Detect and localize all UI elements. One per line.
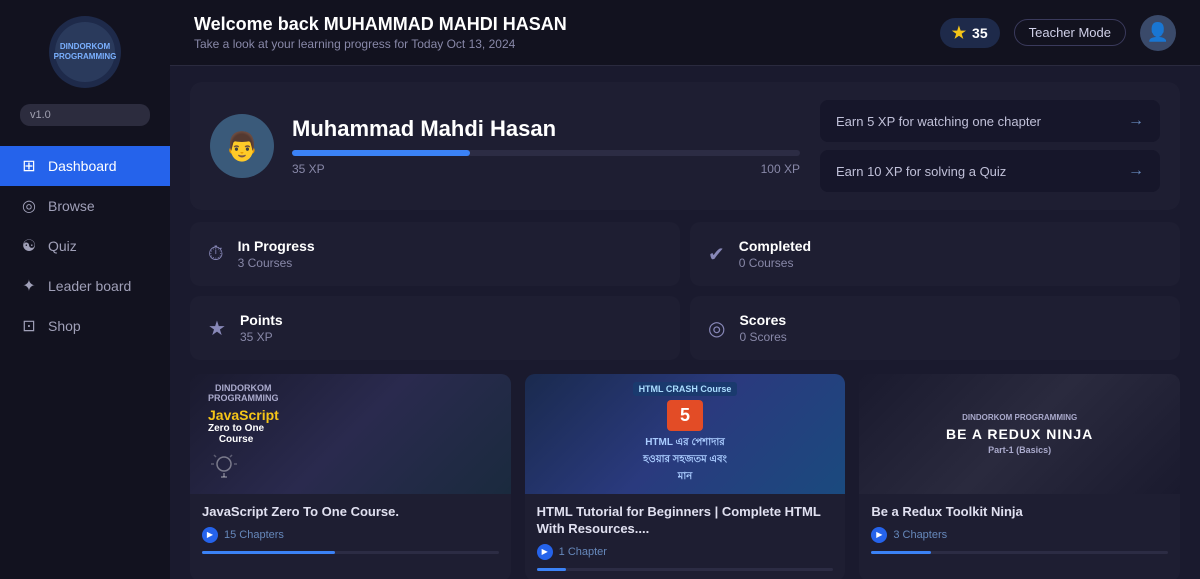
sidebar-item-browse[interactable]: ◎ Browse	[0, 186, 170, 226]
action-row-watch[interactable]: Earn 5 XP for watching one chapter →	[820, 100, 1160, 142]
redux-title: BE A REDUX NINJA	[946, 426, 1093, 443]
js-label: JavaScript	[208, 407, 279, 423]
course-thumb-html: HTML CRASH Course 5 HTML এর পেশাদারহওয়া…	[525, 374, 846, 494]
xp-badge: ★ 35	[940, 18, 1000, 48]
progress-mini-html	[537, 568, 834, 571]
leaderboard-icon: ✦	[20, 276, 38, 296]
xp-progress-bar	[292, 150, 800, 156]
stat-scores: ◎ Scores 0 Scores	[690, 296, 1180, 360]
stat-info-scores: Scores 0 Scores	[739, 312, 786, 344]
xp-current: 35 XP	[292, 162, 325, 176]
action-row-quiz[interactable]: Earn 10 XP for solving a Quiz →	[820, 150, 1160, 192]
main-content: Welcome back MUHAMMAD MAHDI HASAN Take a…	[170, 0, 1200, 579]
stat-info-completed: Completed 0 Courses	[739, 238, 811, 270]
profile-avatar: 👨	[210, 114, 274, 178]
profile-name: Muhammad Mahdi Hasan	[292, 116, 800, 142]
arrow-right-icon-2: →	[1128, 162, 1144, 180]
progress-mini-js	[202, 551, 499, 554]
course-meta-js: ▶ 15 Chapters	[202, 527, 499, 543]
html5-badge: 5	[667, 400, 703, 431]
play-icon-js: ▶	[202, 527, 218, 543]
sidebar-item-shop[interactable]: ⊡ Shop	[0, 306, 170, 346]
stats-grid: ⏱ In Progress 3 Courses ✔ Completed 0 Co…	[190, 222, 1180, 360]
js-course-name: Zero to OneCourse	[208, 423, 264, 445]
version-bar: v1.0	[20, 104, 150, 126]
stat-info-points: Points 35 XP	[240, 312, 283, 344]
header-subtitle: Take a look at your learning progress fo…	[194, 37, 567, 51]
check-icon: ✔	[708, 242, 725, 267]
course-card-js[interactable]: DINDORKOMPROGRAMMING JavaScript Zero to …	[190, 374, 511, 579]
course-meta-redux: ▶ 3 Chapters	[871, 527, 1168, 543]
xp-max: 100 XP	[761, 162, 800, 176]
arrow-right-icon: →	[1128, 112, 1144, 130]
header: Welcome back MUHAMMAD MAHDI HASAN Take a…	[170, 0, 1200, 66]
play-icon-html: ▶	[537, 544, 553, 560]
course-card-redux[interactable]: DINDORKOM PROGRAMMING BE A REDUX NINJA P…	[859, 374, 1180, 579]
course-thumb-js: DINDORKOMPROGRAMMING JavaScript Zero to …	[190, 374, 511, 494]
course-meta-html: ▶ 1 Chapter	[537, 544, 834, 560]
header-right: ★ 35 Teacher Mode 👤	[940, 15, 1176, 51]
course-info-html: HTML Tutorial for Beginners | Complete H…	[525, 494, 846, 579]
header-left: Welcome back MUHAMMAD MAHDI HASAN Take a…	[194, 14, 567, 51]
sidebar-item-quiz[interactable]: ☯ Quiz	[0, 226, 170, 266]
profile-actions: Earn 5 XP for watching one chapter → Ear…	[820, 100, 1160, 192]
course-info-redux: Be a Redux Toolkit Ninja ▶ 3 Chapters	[859, 494, 1180, 564]
browse-icon: ◎	[20, 196, 38, 216]
page-title: Welcome back MUHAMMAD MAHDI HASAN	[194, 14, 567, 35]
sidebar-item-leaderboard[interactable]: ✦ Leader board	[0, 266, 170, 306]
sidebar-item-dashboard[interactable]: ⊞ Dashboard	[0, 146, 170, 186]
content-area: 👨 Muhammad Mahdi Hasan 35 XP 100 XP Earn…	[170, 66, 1200, 579]
course-card-html[interactable]: HTML CRASH Course 5 HTML এর পেশাদারহওয়া…	[525, 374, 846, 579]
course-title-html: HTML Tutorial for Beginners | Complete H…	[537, 504, 834, 538]
stat-in-progress: ⏱ In Progress 3 Courses	[190, 222, 680, 286]
profile-info: Muhammad Mahdi Hasan 35 XP 100 XP	[292, 116, 800, 176]
redux-sub: Part-1 (Basics)	[988, 445, 1051, 455]
stat-completed: ✔ Completed 0 Courses	[690, 222, 1180, 286]
course-title-js: JavaScript Zero To One Course.	[202, 504, 499, 521]
course-info-js: JavaScript Zero To One Course. ▶ 15 Chap…	[190, 494, 511, 564]
shop-icon: ⊡	[20, 316, 38, 336]
progress-mini-redux	[871, 551, 1168, 554]
clock-icon: ⏱	[208, 243, 224, 266]
logo-area: DINDORKOM PROGRAMMING	[49, 16, 121, 88]
star-points-icon: ★	[208, 316, 226, 341]
stat-info-progress: In Progress 3 Courses	[238, 238, 315, 270]
xp-value: 35	[972, 25, 988, 41]
stat-points: ★ Points 35 XP	[190, 296, 680, 360]
xp-progress-fill	[292, 150, 470, 156]
lightbulb-icon	[208, 451, 240, 483]
logo: DINDORKOM PROGRAMMING	[55, 22, 115, 82]
scores-icon: ◎	[708, 316, 725, 341]
course-thumb-redux: DINDORKOM PROGRAMMING BE A REDUX NINJA P…	[859, 374, 1180, 494]
course-title-redux: Be a Redux Toolkit Ninja	[871, 504, 1168, 521]
play-icon-redux: ▶	[871, 527, 887, 543]
teacher-mode-button[interactable]: Teacher Mode	[1014, 19, 1126, 46]
quiz-icon: ☯	[20, 236, 38, 256]
star-icon: ★	[952, 23, 966, 43]
dashboard-icon: ⊞	[20, 156, 38, 176]
sidebar: DINDORKOM PROGRAMMING v1.0 ⊞ Dashboard ◎…	[0, 0, 170, 579]
avatar[interactable]: 👤	[1140, 15, 1176, 51]
xp-labels: 35 XP 100 XP	[292, 162, 800, 176]
courses-grid: DINDORKOMPROGRAMMING JavaScript Zero to …	[190, 374, 1180, 579]
profile-card: 👨 Muhammad Mahdi Hasan 35 XP 100 XP Earn…	[190, 82, 1180, 210]
